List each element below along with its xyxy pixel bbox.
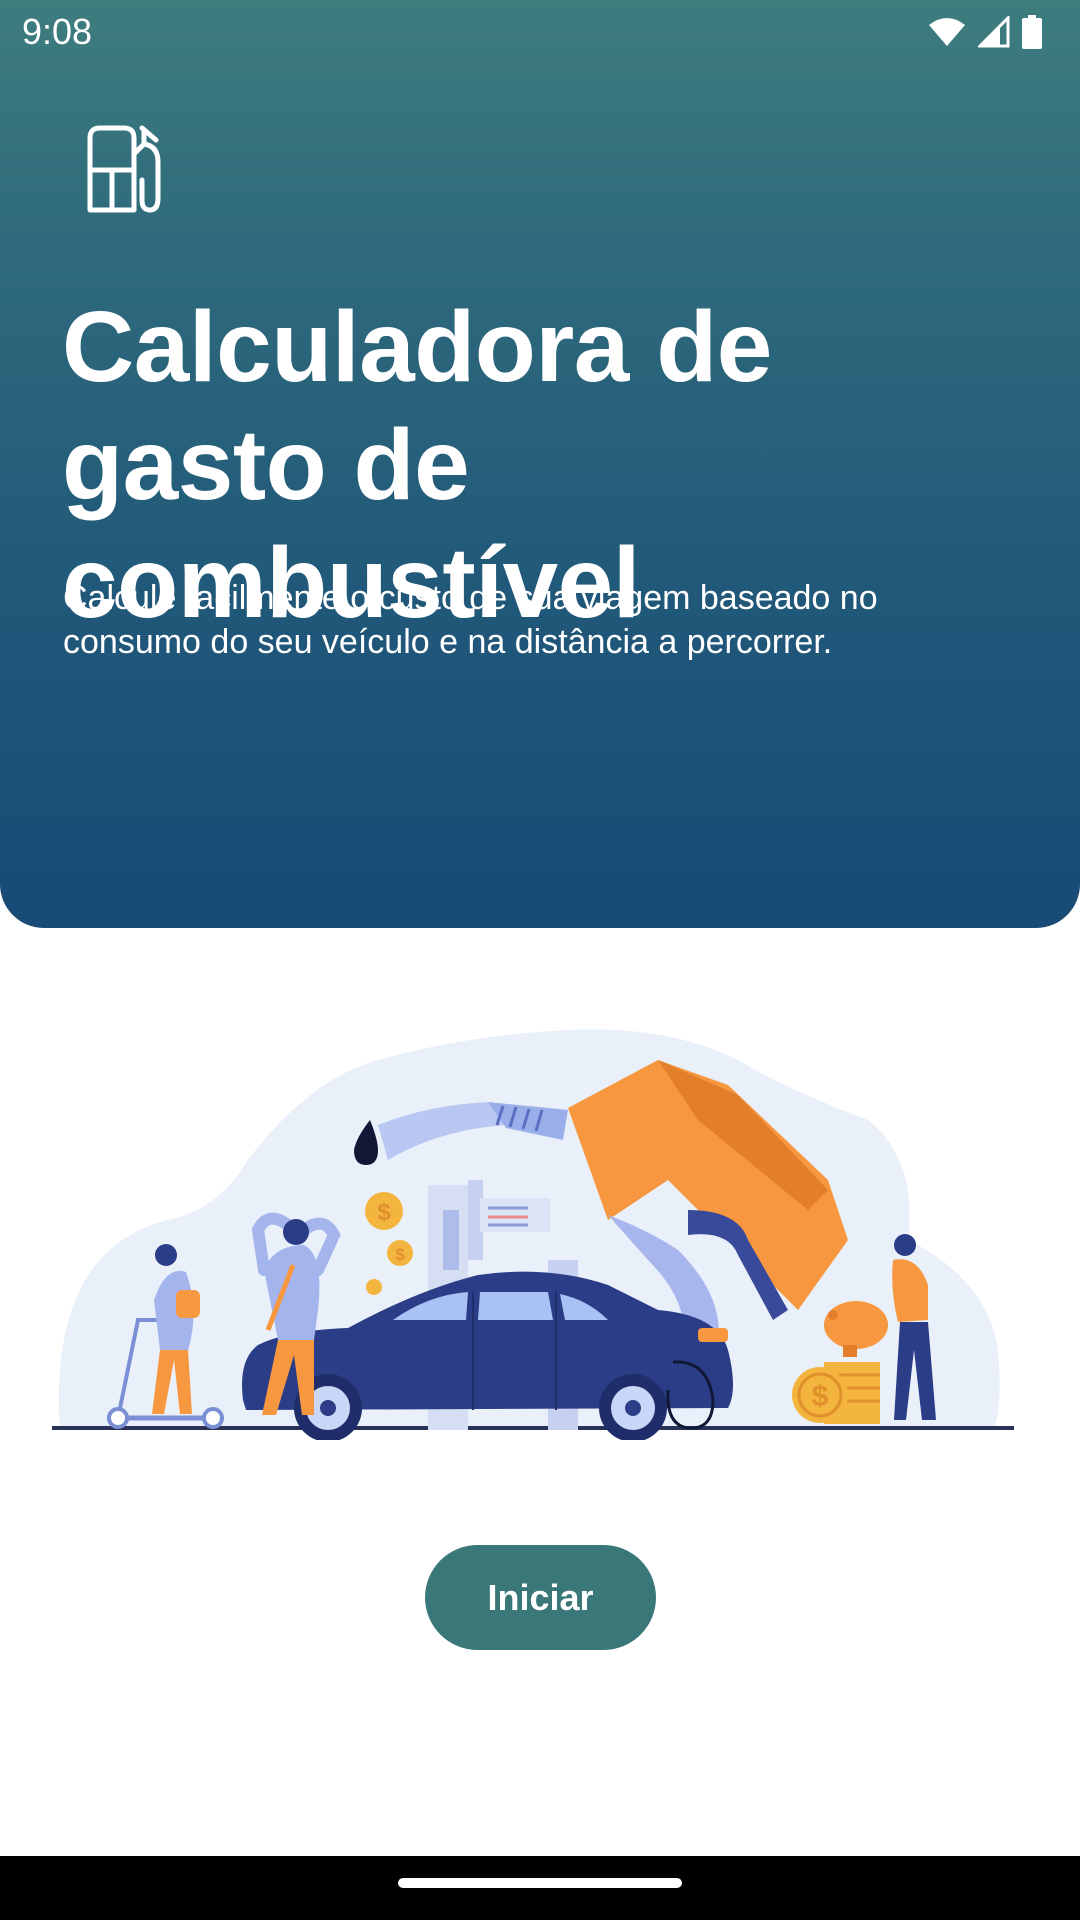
page-subtitle: Calcule facilmente o custo de sua viagem… bbox=[63, 579, 878, 661]
start-button[interactable]: Iniciar bbox=[425, 1545, 656, 1650]
svg-text:$: $ bbox=[377, 1199, 391, 1226]
status-time: 9:08 bbox=[22, 11, 93, 52]
wifi-icon bbox=[929, 18, 965, 46]
battery-icon bbox=[1022, 15, 1042, 49]
coin-symbol: $ bbox=[812, 1380, 829, 1413]
coin-stack-icon: $ bbox=[792, 1362, 880, 1424]
svg-text:$: $ bbox=[395, 1245, 405, 1264]
signal-icon bbox=[978, 16, 1010, 48]
fuel-pump-icon bbox=[87, 125, 161, 213]
fuel-cost-illustration: $ $ $ bbox=[52, 1029, 1014, 1440]
navigation-bar bbox=[0, 1856, 1080, 1920]
hero-banner: 9:08 Calculadora de gasto de combustível… bbox=[0, 0, 1080, 928]
status-bar: 9:08 bbox=[0, 0, 1080, 64]
status-icons bbox=[928, 12, 1042, 52]
home-indicator[interactable] bbox=[398, 1878, 682, 1888]
